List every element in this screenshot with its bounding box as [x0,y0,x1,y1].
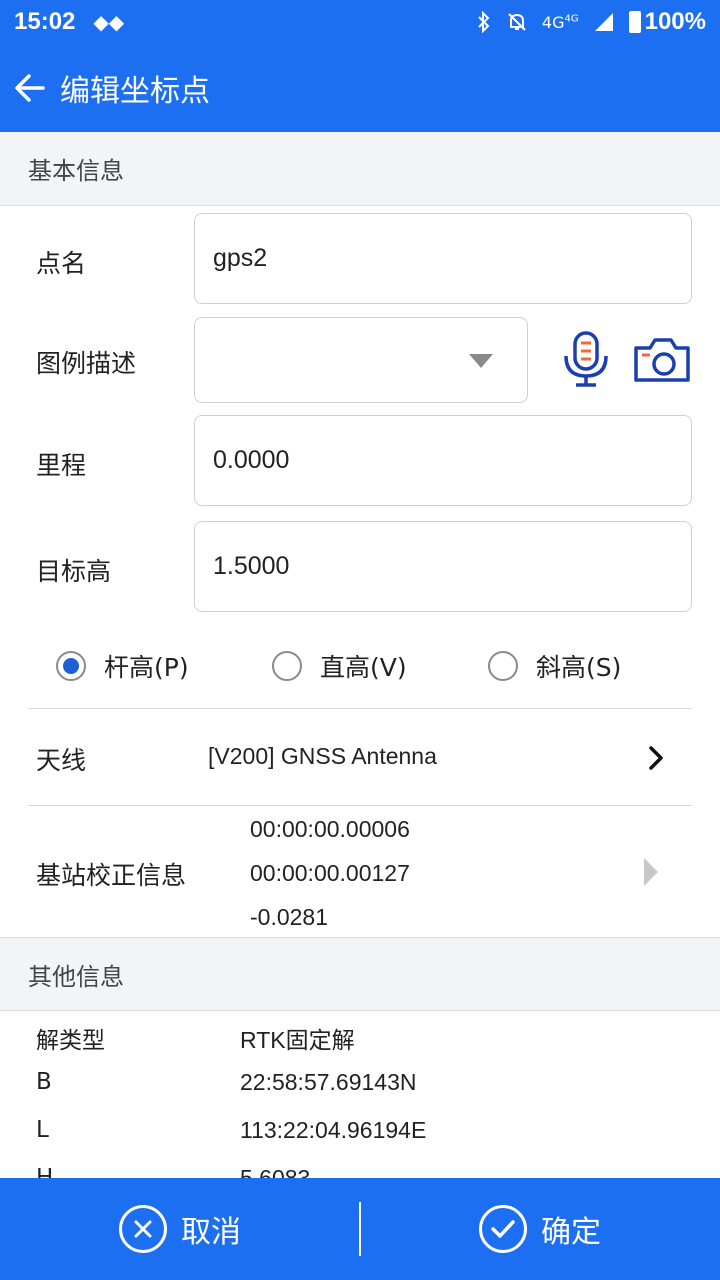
base-correction-line3: -0.0281 [250,904,329,930]
signal-icon [594,13,613,31]
confirm-button[interactable]: 确定 [360,1178,720,1280]
radio-slant-height[interactable]: 斜高(S) [488,648,621,684]
bottom-separator [359,1202,361,1256]
bottom-action-bar: 取消 确定 [0,1178,720,1280]
microphone-icon[interactable] [560,330,612,388]
radio-label: 杆高(P) [104,653,189,682]
confirm-label: 确定 [541,1215,601,1250]
point-name-label: 点名 [36,249,87,278]
radio-label: 直高(V) [320,653,407,682]
section-basic-info: 基本信息 [0,132,720,206]
section-title: 基本信息 [28,157,124,185]
check-circle-icon [479,1205,527,1253]
radio-checked-icon [56,651,86,681]
battery-icon [628,11,641,33]
base-correction-row[interactable]: 基站校正信息 00:00:00.00006 00:00:00.00127 -0.… [0,806,720,937]
cancel-label: 取消 [181,1215,241,1250]
base-correction-label: 基站校正信息 [36,861,187,890]
bluetooth-icon [478,11,490,33]
status-icons: 4G4G 100% [476,8,706,36]
radio-unchecked-icon [272,651,302,681]
target-height-value: 1.5000 [213,552,290,580]
other-info-list[interactable]: 解类型 RTK固定解 B 22:58:57.69143N L 113:22:04… [0,1011,720,1178]
notifications-off-icon [508,13,526,31]
antenna-value: [V200] GNSS Antenna [208,743,437,769]
list-item: L 113:22:04.96194E [36,1117,427,1143]
base-correction-line1: 00:00:00.00006 [250,816,410,842]
radio-pole-height[interactable]: 杆高(P) [56,648,189,684]
app-bar: 编辑坐标点 [0,44,720,132]
antenna-row[interactable]: 天线 [V200] GNSS Antenna [0,709,720,805]
chevron-right-icon [649,746,663,770]
list-item: H 5.6083 [36,1165,311,1178]
radio-unchecked-icon [488,651,518,681]
cancel-button[interactable]: 取消 [0,1178,360,1280]
antenna-label: 天线 [36,746,87,775]
radio-vertical-height[interactable]: 直高(V) [272,648,407,684]
camera-icon[interactable] [632,336,692,384]
status-bar: 15:02 ◆◆ 4G4G 100% [0,0,720,44]
target-height-label: 目标高 [36,557,112,586]
battery-level: 100% [644,8,706,35]
close-circle-icon [119,1205,167,1253]
point-name-input[interactable]: gps2 [194,213,692,304]
network-type: 4G4G [541,12,579,32]
arrow-left-icon [15,74,45,102]
dropdown-arrow-icon [469,354,493,368]
triangle-right-icon [644,858,658,886]
mileage-value: 0.0000 [213,446,290,474]
cast-icon: ◆◆ [93,10,125,34]
mileage-label: 里程 [36,451,87,480]
list-item: B 22:58:57.69143N [36,1069,417,1095]
page-title: 编辑坐标点 [60,74,210,109]
back-button[interactable] [0,44,60,132]
mileage-input[interactable]: 0.0000 [194,415,692,506]
radio-label: 斜高(S) [536,653,622,682]
status-time: 15:02 [14,8,76,35]
target-height-input[interactable]: 1.5000 [194,521,692,612]
base-correction-line2: 00:00:00.00127 [250,860,410,886]
legend-desc-dropdown[interactable] [194,317,528,403]
section-title: 其他信息 [28,962,124,991]
legend-desc-label: 图例描述 [36,349,137,378]
point-name-value: gps2 [213,244,268,272]
list-item: 解类型 RTK固定解 [36,1027,355,1054]
section-other-info: 其他信息 [0,937,720,1011]
